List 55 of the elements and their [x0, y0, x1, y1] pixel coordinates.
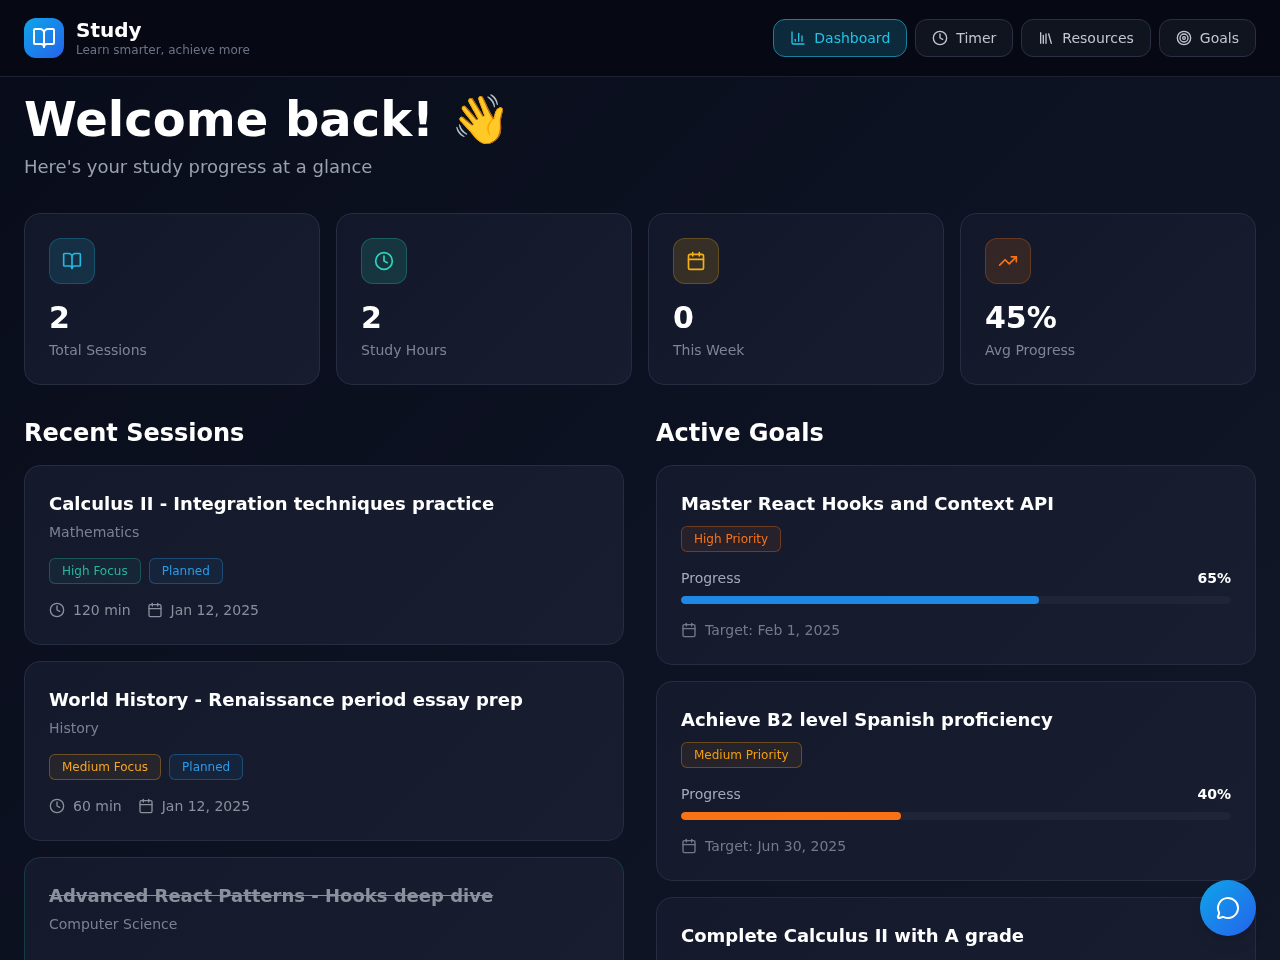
app-title: Study [76, 18, 142, 42]
tag: High Focus [49, 558, 141, 584]
session-duration: 60 min [73, 797, 122, 816]
session-title: Calculus II - Integration techniques practice [49, 492, 495, 516]
clock-icon [49, 602, 65, 618]
session-date: Jan 12, 2025 [170, 601, 259, 620]
tag: Medium Focus [49, 754, 162, 780]
calendar-icon [146, 602, 163, 618]
progress-percent: 65% [1197, 569, 1231, 588]
progress-label: Progress [681, 785, 741, 804]
stat-value: 45% [985, 300, 1057, 336]
goal-title: Achieve B2 level Spanish proficiency [681, 708, 1053, 732]
clock-icon [49, 798, 65, 814]
goal-title: Complete Calculus II with A grade [681, 924, 1024, 948]
goal-title: Master React Hooks and Context API [681, 492, 1054, 516]
stat-value: 2 [361, 300, 382, 336]
tag: High Priority [681, 526, 782, 552]
section-heading: Recent Sessions [24, 418, 245, 449]
session-title: World History - Renaissance period essay prep [49, 688, 523, 712]
stat-label: Avg Progress [985, 341, 1076, 360]
welcome-heading: Welcome back! 👋 [24, 90, 511, 149]
stat-label: Total Sessions [49, 341, 147, 360]
stat-value: 0 [673, 300, 694, 336]
session-date: Jan 12, 2025 [161, 797, 251, 816]
stat-label: This Week [673, 341, 745, 360]
progress-percent: 40% [1197, 785, 1231, 804]
stat-label: Study Hours [361, 341, 447, 360]
app-tagline: Learn smarter, achieve more [76, 42, 250, 58]
target-icon [1175, 30, 1192, 46]
progress-label: Progress [681, 569, 741, 588]
tag: Planned [148, 558, 223, 584]
nav-tab[interactable]: Resources [1021, 19, 1151, 57]
stat-value: 2 [49, 300, 70, 336]
nav-tab[interactable]: Timer [915, 19, 1014, 57]
tag: Medium Priority [681, 742, 802, 768]
session-subject: Computer Science [49, 915, 178, 934]
clock-icon [932, 30, 949, 46]
calendar-icon [681, 838, 697, 854]
goal-target-date: Target: Jun 30, 2025 [705, 837, 847, 856]
session-title: Advanced React Patterns - Hooks deep dive [49, 884, 494, 908]
chat-bubble-icon [1216, 896, 1240, 920]
section-heading: Active Goals [656, 418, 824, 449]
books-icon [1038, 30, 1055, 46]
session-duration: 120 min [73, 601, 131, 620]
welcome-subtitle: Here's your study progress at a glance [24, 155, 373, 179]
calendar-icon [681, 622, 697, 638]
calendar-icon [137, 798, 154, 814]
open-book-logo-icon [24, 18, 64, 58]
goal-target-date: Target: Feb 1, 2025 [705, 621, 841, 640]
session-subject: History [49, 719, 99, 738]
nav-tab[interactable]: Dashboard [773, 19, 908, 57]
bar-chart-icon [790, 30, 807, 46]
tag: Planned [169, 754, 244, 780]
nav-tab[interactable]: Goals [1158, 19, 1256, 57]
session-subject: Mathematics [49, 523, 140, 542]
